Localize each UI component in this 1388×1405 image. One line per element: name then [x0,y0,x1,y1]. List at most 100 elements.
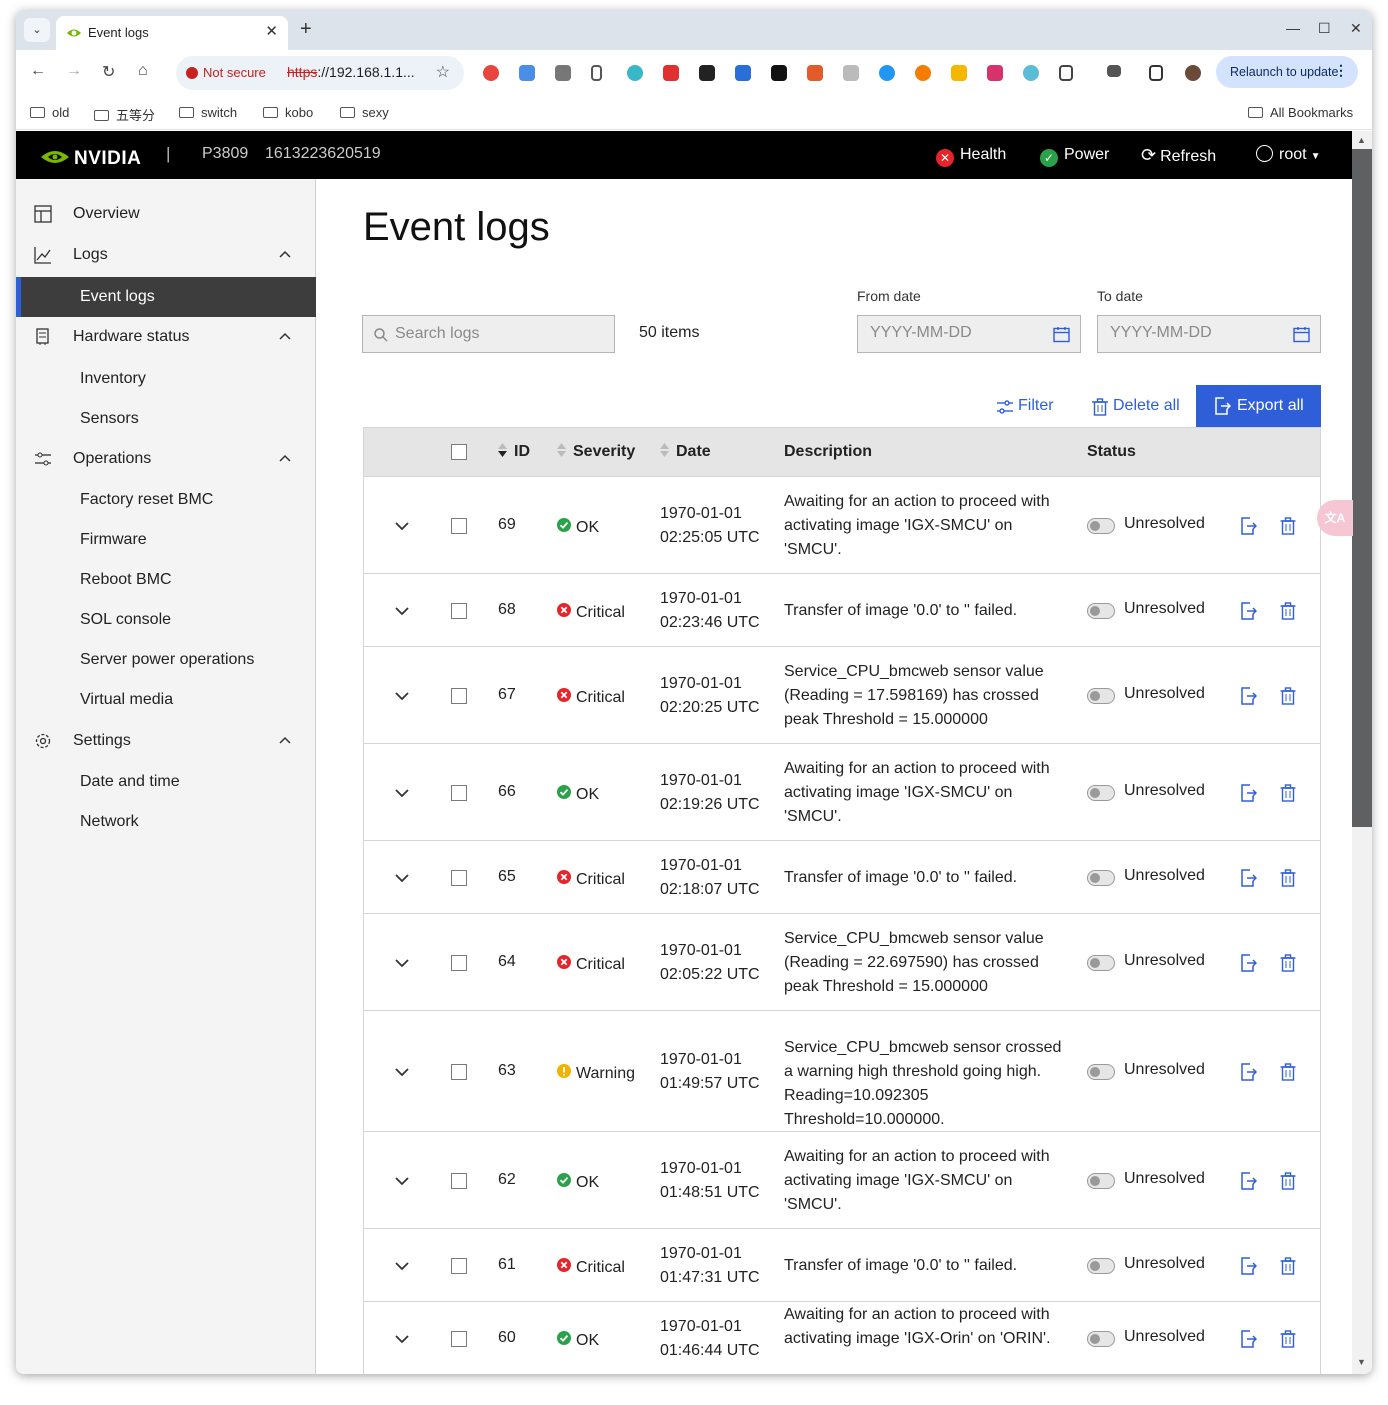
column-id[interactable]: ID [498,443,530,461]
sidebar-item-firmware[interactable]: Firmware [16,520,316,560]
export-icon[interactable] [1239,1062,1257,1081]
bookmark-folder[interactable]: kobo [263,105,313,120]
trash-icon[interactable] [1280,953,1296,972]
media-control-icon[interactable] [1107,65,1121,77]
extension-icon[interactable] [735,65,751,81]
select-all-checkbox[interactable] [451,444,467,460]
bookmark-star-icon[interactable]: ☆ [436,62,450,82]
power-button[interactable]: ✓ Power [1040,146,1109,167]
row-checkbox[interactable] [451,869,467,886]
delete-all-button[interactable]: Delete all [1091,385,1191,427]
from-date-input[interactable] [870,324,1030,342]
close-window-button[interactable]: ✕ [1350,20,1362,37]
browser-tab[interactable]: Event logs ✕ [56,16,288,50]
side-panel-icon[interactable] [1149,65,1163,81]
minimize-button[interactable]: — [1286,20,1300,36]
extensions-puzzle-icon[interactable] [1059,65,1073,81]
relaunch-button[interactable]: Relaunch to update ⋮ [1216,56,1358,88]
resolve-toggle[interactable] [1087,1257,1115,1274]
all-bookmarks-button[interactable]: All Bookmarks [1248,105,1353,120]
sidebar-item-sensors[interactable]: Sensors [16,399,316,439]
extension-icon[interactable] [1023,65,1039,81]
trash-icon[interactable] [1280,516,1296,535]
extension-icon[interactable] [483,65,499,81]
export-icon[interactable] [1239,601,1257,620]
calendar-icon[interactable] [1053,326,1070,343]
resolve-toggle[interactable] [1087,1172,1115,1189]
column-date[interactable]: Date [660,443,711,461]
extension-icon[interactable] [663,65,679,81]
export-icon[interactable] [1239,1256,1257,1275]
sidebar-item-overview[interactable]: Overview [16,194,316,234]
column-severity[interactable]: Severity [557,443,635,461]
trash-icon[interactable] [1280,1062,1296,1081]
sidebar-item-factory-reset[interactable]: Factory reset BMC [16,480,316,520]
to-date-input[interactable] [1110,324,1270,342]
row-checkbox[interactable] [451,1330,467,1347]
bookmark-folder[interactable]: switch [179,105,237,120]
row-checkbox[interactable] [451,784,467,801]
chevron-down-icon[interactable] [394,521,410,531]
chevron-down-icon[interactable] [394,606,410,616]
extension-icon[interactable] [627,65,643,81]
refresh-button[interactable]: ⟳ Refresh [1141,145,1216,166]
row-checkbox[interactable] [451,1257,467,1274]
sidebar-item-operations[interactable]: Operations [16,439,316,479]
search-input[interactable] [395,324,595,344]
chevron-down-icon[interactable] [394,1334,410,1344]
chevron-down-icon[interactable] [394,873,410,883]
export-icon[interactable] [1239,1329,1257,1348]
trash-icon[interactable] [1280,601,1296,620]
chevron-down-icon[interactable] [394,1067,410,1077]
extension-icon[interactable] [591,65,602,81]
trash-icon[interactable] [1280,783,1296,802]
calendar-icon[interactable] [1293,326,1310,343]
row-checkbox[interactable] [451,517,467,534]
resolve-toggle[interactable] [1087,602,1115,619]
export-icon[interactable] [1239,686,1257,705]
forward-button[interactable]: → [66,62,82,80]
export-icon[interactable] [1239,953,1257,972]
row-checkbox[interactable] [451,687,467,704]
extension-icon[interactable] [771,65,787,81]
trash-icon[interactable] [1280,868,1296,887]
chevron-down-icon[interactable] [394,691,410,701]
sidebar-item-date-time[interactable]: Date and time [16,762,316,802]
chevron-down-icon[interactable] [394,788,410,798]
trash-icon[interactable] [1280,1171,1296,1190]
tab-close-icon[interactable]: ✕ [265,22,278,40]
export-all-button[interactable]: Export all [1196,385,1321,427]
health-button[interactable]: ✕ Health [936,146,1006,167]
bookmark-folder[interactable]: sexy [340,105,389,120]
extension-icon[interactable] [519,65,535,81]
home-button[interactable]: ⌂ [138,62,148,80]
chevron-down-icon[interactable] [394,1176,410,1186]
sidebar-item-reboot-bmc[interactable]: Reboot BMC [16,560,316,600]
extension-icon[interactable] [915,65,931,81]
sidebar-item-settings[interactable]: Settings [16,721,316,761]
trash-icon[interactable] [1280,1256,1296,1275]
address-bar[interactable]: Not secure https://192.168.1.1... ☆ [176,56,464,90]
row-checkbox[interactable] [451,954,467,971]
extension-icon[interactable] [951,65,967,81]
page-scrollbar[interactable]: ▲ ▼ [1352,131,1372,1374]
resolve-toggle[interactable] [1087,954,1115,971]
scrollbar-thumb[interactable] [1352,149,1372,827]
chevron-down-icon[interactable] [394,958,410,968]
resolve-toggle[interactable] [1087,869,1115,886]
tab-search-button[interactable]: ⌄ [24,18,50,42]
bookmark-folder[interactable]: 五等分 [94,105,155,124]
row-checkbox[interactable] [451,602,467,619]
resolve-toggle[interactable] [1087,517,1115,534]
user-menu-button[interactable]: root ▼ [1256,145,1320,164]
trash-icon[interactable] [1280,686,1296,705]
export-icon[interactable] [1239,783,1257,802]
extension-icon[interactable] [807,65,823,81]
sidebar-item-network[interactable]: Network [16,802,316,842]
sidebar-item-sol-console[interactable]: SOL console [16,600,316,640]
sidebar-item-event-logs[interactable]: Event logs [16,277,316,317]
export-icon[interactable] [1239,516,1257,535]
extension-icon[interactable] [555,65,571,81]
profile-avatar-icon[interactable] [1185,65,1201,81]
bookmark-folder[interactable]: old [30,105,69,120]
